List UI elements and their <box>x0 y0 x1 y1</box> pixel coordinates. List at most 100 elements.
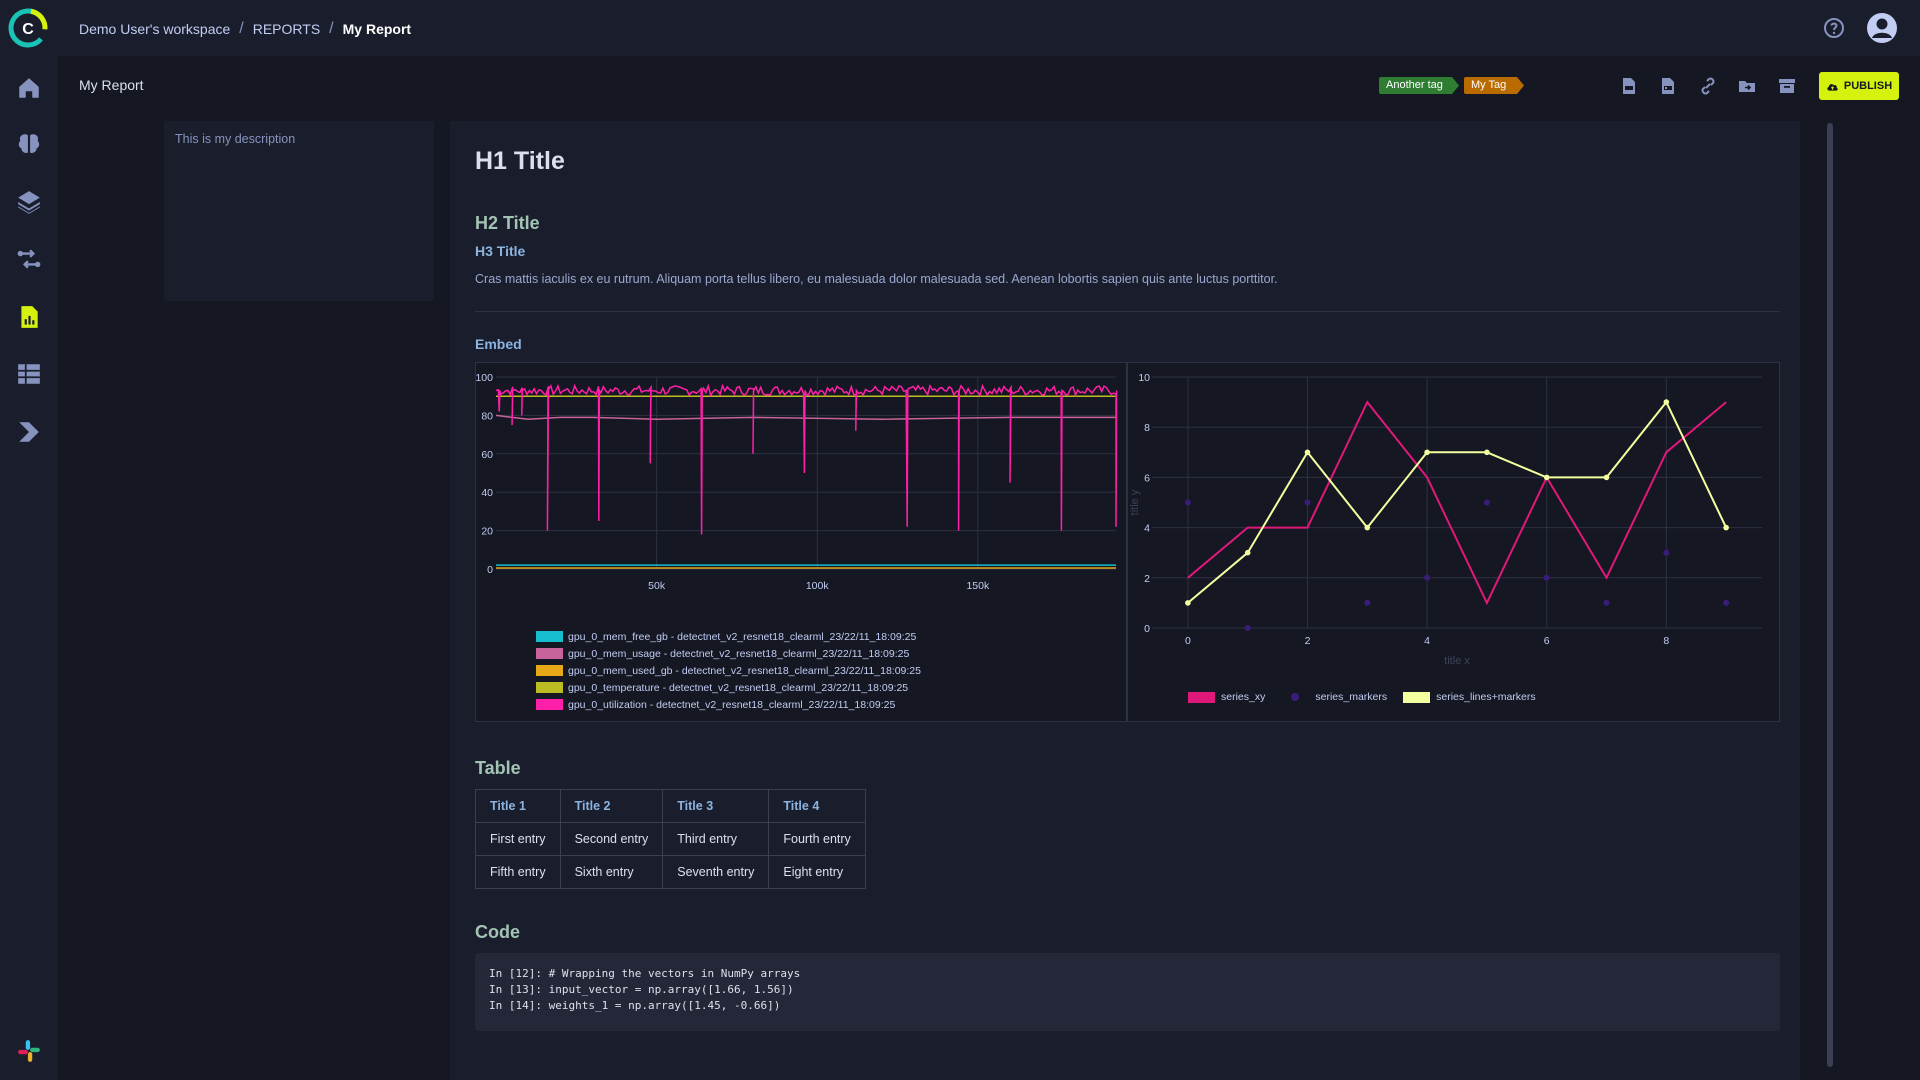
report-description[interactable]: This is my description <box>164 121 434 301</box>
table-cell: Third entry <box>662 822 770 856</box>
series-marker <box>1723 599 1730 606</box>
svg-text:C: C <box>22 21 34 38</box>
table-row: First entry Second entry Third entry Fou… <box>475 822 866 856</box>
legend-item[interactable]: series_xy <box>1188 691 1265 703</box>
deploy-icon[interactable] <box>14 417 44 447</box>
breadcrumb-separator: / <box>239 20 244 37</box>
legend-swatch <box>1188 691 1215 703</box>
y-tick-label: 2 <box>1144 573 1150 585</box>
archive-icon[interactable] <box>1777 76 1797 96</box>
legend-label: gpu_0_mem_usage - detectnet_v2_resnet18_… <box>568 647 910 660</box>
export-md-icon[interactable] <box>1619 76 1639 96</box>
legend-item[interactable]: series_lines+markers <box>1403 691 1536 703</box>
publish-button[interactable]: PUBLISH <box>1819 72 1899 100</box>
y-tick-label: 100 <box>476 372 493 384</box>
home-icon[interactable] <box>14 73 44 103</box>
brain-icon[interactable] <box>14 129 44 159</box>
x-tick-label: 0 <box>1185 635 1191 647</box>
table-header-cell: Title 1 <box>475 789 561 823</box>
x-axis-title: title x <box>1444 655 1470 667</box>
y-tick-label: 6 <box>1144 472 1150 484</box>
series-marker <box>1185 600 1191 606</box>
series-legend[interactable]: series_xy series_markers series_lines+mark… <box>1188 691 1546 703</box>
series-line <box>495 383 1118 535</box>
user-avatar-icon[interactable] <box>1866 12 1898 44</box>
series-marker <box>1304 499 1311 506</box>
report-title[interactable]: My Report <box>79 77 144 93</box>
layers-icon[interactable] <box>14 187 44 217</box>
help-icon[interactable] <box>1822 16 1846 40</box>
tag-my-tag[interactable]: My Tag <box>1464 77 1524 94</box>
y-tick-label: 8 <box>1144 422 1150 434</box>
x-tick-label: 2 <box>1305 635 1311 647</box>
slack-icon[interactable] <box>14 1036 44 1066</box>
series-marker <box>1364 524 1371 531</box>
tag-another-tag[interactable]: Another tag <box>1379 77 1459 94</box>
series-marker <box>1244 625 1251 631</box>
report-content: H1 Title H2 Title H3 Title Cras mattis i… <box>450 121 1800 1080</box>
series-marker <box>1483 499 1490 506</box>
legend-item[interactable]: series_markers <box>1281 691 1387 703</box>
clearml-logo-icon[interactable]: C <box>7 6 49 50</box>
series-marker <box>1663 549 1670 556</box>
series-line <box>495 414 1116 420</box>
series-marker <box>1723 524 1729 531</box>
series-marker <box>1424 449 1430 456</box>
table-header-row: Title 1 Title 2 Title 3 Title 4 <box>475 789 866 823</box>
y-tick-label: 20 <box>481 526 493 538</box>
legend-item[interactable]: gpu_0_mem_usage - detectnet_v2_resnet18_… <box>536 645 921 662</box>
link-icon[interactable] <box>1698 76 1718 96</box>
y-tick-label: 60 <box>481 449 493 461</box>
legend-item[interactable]: gpu_0_temperature - detectnet_v2_resnet1… <box>536 679 921 696</box>
gpu-metrics-legend[interactable]: gpu_0_mem_free_gb - detectnet_v2_resnet1… <box>536 628 921 713</box>
table-row: Fifth entry Sixth entry Seventh entry Ei… <box>475 855 866 889</box>
x-tick-label: 8 <box>1663 635 1669 647</box>
table-header-cell: Title 3 <box>662 789 770 823</box>
legend-item[interactable]: gpu_0_mem_free_gb - detectnet_v2_resnet1… <box>536 628 921 645</box>
breadcrumb-reports[interactable]: REPORTS <box>253 21 320 37</box>
divider <box>475 311 1780 312</box>
x-tick-label: 150k <box>966 580 990 592</box>
vertical-scrollbar[interactable] <box>1827 123 1833 1067</box>
datasets-icon[interactable] <box>14 359 44 389</box>
breadcrumb-current: My Report <box>342 21 412 37</box>
legend-label: gpu_0_mem_free_gb - detectnet_v2_resnet1… <box>568 630 917 643</box>
legend-swatch <box>536 665 563 676</box>
y-tick-label: 40 <box>481 487 493 499</box>
legend-item[interactable]: gpu_0_utilization - detectnet_v2_resnet1… <box>536 696 921 713</box>
move-icon[interactable] <box>1737 76 1757 96</box>
series-chart[interactable]: 0 2 4 6 8 0 2 4 6 8 10 title x title y <box>1128 363 1781 723</box>
legend-swatch <box>536 648 563 659</box>
legend-swatch <box>1291 693 1300 701</box>
series-line <box>1187 400 1727 606</box>
y-tick-label: 10 <box>1138 372 1150 384</box>
y-tick-label: 0 <box>1144 623 1150 635</box>
breadcrumb-workspace[interactable]: Demo User's workspace <box>79 21 230 37</box>
code-block[interactable]: In [12]: # Wrapping the vectors in NumPy… <box>475 953 1780 1031</box>
series-plot[interactable]: 0 2 4 6 8 0 2 4 6 8 10 title x title y series_xy seri… <box>1127 362 1780 722</box>
series-marker <box>1304 449 1311 456</box>
paragraph: Cras mattis iaculis ex eu rutrum. Aliqua… <box>475 272 1278 286</box>
report-header: My Report Another tag My Tag PUBLISH <box>58 56 1920 116</box>
series-marker <box>1543 474 1550 481</box>
series-marker <box>1543 574 1550 581</box>
breadcrumb-separator: / <box>329 20 334 37</box>
reports-icon[interactable] <box>14 302 44 332</box>
y-axis-title: title y <box>1129 489 1141 515</box>
table-header-cell: Title 2 <box>559 789 664 823</box>
export-pdf-icon[interactable] <box>1658 76 1678 96</box>
series-marker <box>1603 474 1610 481</box>
left-navigation-rail: C <box>0 0 58 1080</box>
gpu-metrics-plot[interactable]: 50k 100k 150k 0 20 40 60 80 100 gpu_0_mem_free_g… <box>475 362 1127 722</box>
series-marker <box>1603 599 1610 606</box>
heading-1: H1 Title <box>475 147 565 175</box>
x-tick-label: 100k <box>806 580 830 592</box>
legend-item[interactable]: gpu_0_mem_used_gb - detectnet_v2_resnet1… <box>536 662 921 679</box>
embed-heading: Embed <box>475 336 522 352</box>
breadcrumb: Demo User's workspace / REPORTS / My Rep… <box>79 20 411 38</box>
pipelines-icon[interactable] <box>14 244 44 274</box>
series-marker <box>1484 449 1490 456</box>
table-header-cell: Title 4 <box>768 789 866 823</box>
top-bar: Demo User's workspace / REPORTS / My Rep… <box>58 0 1920 56</box>
series-marker <box>1184 499 1191 506</box>
